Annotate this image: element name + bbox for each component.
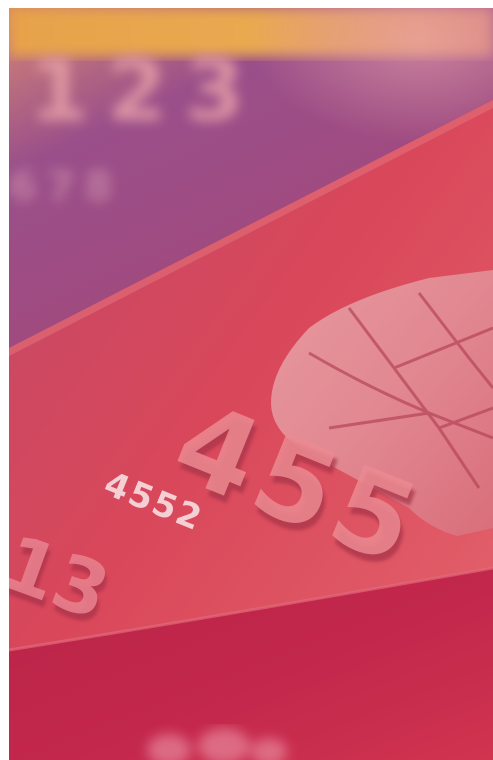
image-frame: 123 678 455 455 4552 13 13 (0, 0, 493, 760)
svg-text:123: 123 (29, 41, 263, 141)
credit-card-illustration: 123 678 455 455 4552 13 13 (9, 8, 493, 760)
svg-text:678: 678 (9, 164, 123, 210)
credit-card-photo: 123 678 455 455 4552 13 13 (9, 8, 493, 760)
